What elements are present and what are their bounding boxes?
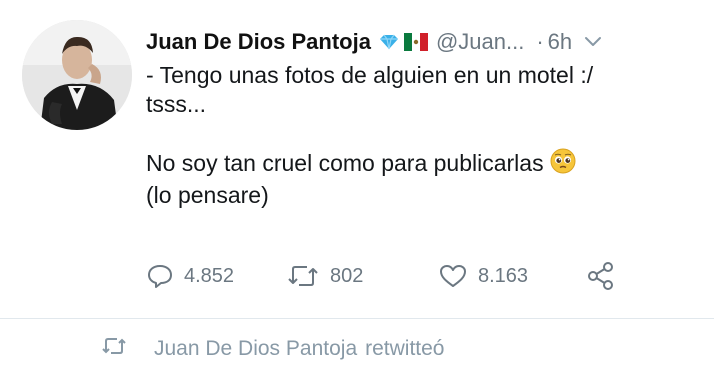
like-icon — [438, 263, 468, 289]
next-tweet-preview[interactable]: Juan De Dios Pantoja retwitteó — [0, 330, 714, 370]
retweet-button[interactable]: 802 — [286, 258, 363, 294]
avatar[interactable] — [22, 20, 132, 130]
retweet-context-author[interactable]: Juan De Dios Pantoja — [154, 337, 357, 361]
retweet-context-icon — [100, 336, 128, 362]
tweet-text: - Tengo unas fotos de alguien en un mote… — [146, 61, 686, 210]
reply-icon — [146, 263, 174, 289]
tweet-text-line-with-emoji: No soy tan cruel como para publicarlas — [146, 148, 686, 181]
pleading-face-emoji — [550, 148, 576, 181]
avatar-photo — [22, 20, 132, 130]
tweet-text-line: tsss... — [146, 91, 207, 117]
retweet-context: Juan De Dios Pantoja retwitteó — [100, 336, 445, 362]
tweet-text-line: - Tengo unas fotos de alguien en un mote… — [146, 62, 594, 88]
share-icon — [586, 261, 616, 291]
tweet-header: Juan De Dios Pantoja @Juan... · 6h — [146, 26, 694, 58]
like-button[interactable]: 8.163 — [438, 258, 528, 294]
separator-dot: · — [536, 29, 544, 54]
tweet-text-line: No soy tan cruel como para publicarlas — [146, 150, 544, 176]
author-handle[interactable]: @Juan... — [436, 29, 524, 55]
tweet-text-line: (lo pensare) — [146, 182, 269, 208]
share-button[interactable] — [586, 258, 616, 294]
author-name[interactable]: Juan De Dios Pantoja — [146, 29, 371, 55]
tweet-timestamp[interactable]: 6h — [548, 29, 572, 55]
chevron-down-icon[interactable] — [584, 36, 602, 48]
retweet-count: 802 — [330, 264, 364, 287]
mexico-flag-icon — [403, 33, 428, 51]
tweet-card[interactable]: Juan De Dios Pantoja @Juan... · 6h - Ten… — [0, 0, 714, 318]
tweet-divider — [0, 318, 714, 319]
like-count: 8.163 — [478, 264, 529, 287]
tweet-actions: 4.852 802 8.163 — [146, 258, 646, 294]
reply-button[interactable]: 4.852 — [146, 258, 234, 294]
reply-count: 4.852 — [184, 264, 235, 287]
tweet-text-line — [146, 119, 686, 148]
retweet-icon — [286, 263, 320, 289]
retweet-context-label: retwitteó — [365, 337, 445, 360]
verified-diamond-icon — [379, 34, 399, 50]
